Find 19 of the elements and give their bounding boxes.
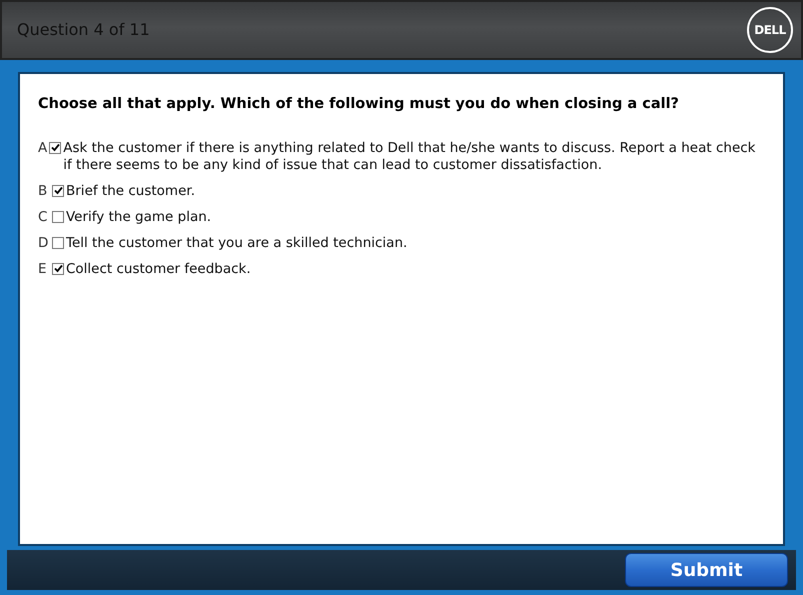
option-letter: E	[38, 260, 48, 278]
option-letter: D	[38, 234, 50, 252]
checkbox[interactable]	[52, 184, 64, 197]
option-letter: B	[38, 182, 48, 200]
question-counter: Question 4 of 11	[17, 19, 150, 41]
option-text[interactable]: Brief the customer.	[66, 182, 195, 200]
checkbox[interactable]	[52, 262, 64, 275]
option-text[interactable]: Tell the customer that you are a skilled technician.	[66, 234, 408, 252]
option-text[interactable]: Ask the customer if there is anything related to Dell that he/she wants to discuss. Report a heat check if there seems to be any kind of issue that can lead to customer dissatisfaction.	[63, 140, 765, 174]
option-text[interactable]: Verify the game plan.	[66, 208, 212, 226]
checkbox[interactable]	[49, 142, 62, 154]
submit-button[interactable]: Submit	[625, 553, 788, 587]
option-letter: A	[38, 140, 48, 157]
checkbox[interactable]	[52, 210, 64, 223]
question-text: Choose all that apply. Which of the following must you do when closing a call?	[38, 95, 680, 114]
checkbox[interactable]	[52, 236, 64, 249]
option-letter: C	[38, 208, 48, 226]
option-text[interactable]: Collect customer feedback.	[66, 260, 251, 278]
logo: DELL	[747, 7, 793, 53]
